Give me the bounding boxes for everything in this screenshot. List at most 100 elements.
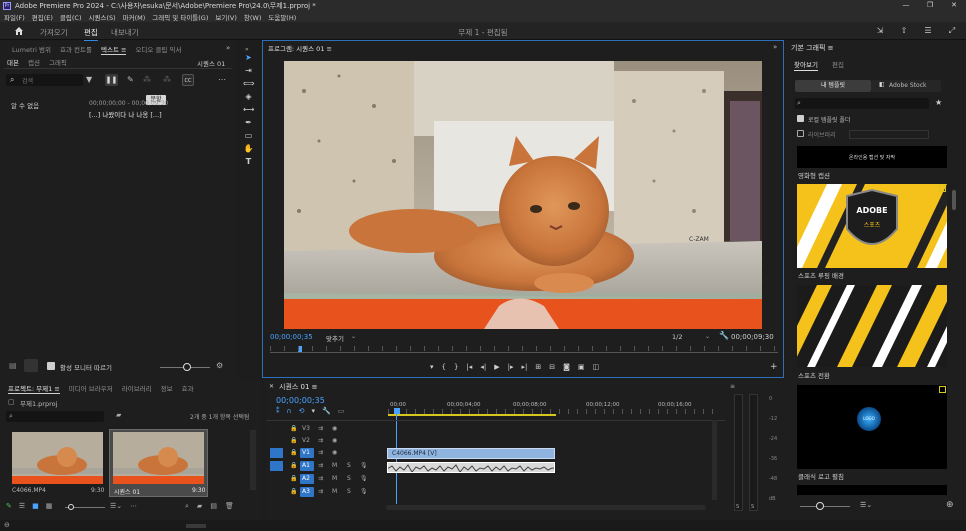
menu-edit[interactable]: 편집(E): [32, 12, 53, 22]
chevron-down-icon[interactable]: ⌄: [351, 333, 356, 340]
comparison-view-icon[interactable]: ▣: [578, 363, 585, 371]
type-tool-icon[interactable]: T: [243, 156, 254, 167]
close-icon[interactable]: ✕: [942, 0, 966, 11]
tab-graphics[interactable]: 그래픽: [49, 57, 67, 67]
solo-right-button[interactable]: S: [751, 504, 754, 510]
sync-lock-icon[interactable]: ⇉: [318, 449, 323, 456]
zoom-slider-handle[interactable]: [183, 363, 191, 371]
mute-icon[interactable]: M: [332, 475, 337, 482]
icon-view-icon[interactable]: ■: [32, 502, 39, 510]
tab-transcript[interactable]: 대본: [7, 57, 19, 67]
thumb-size-slider[interactable]: [800, 506, 850, 507]
sort-icon[interactable]: ☰⌄: [110, 502, 122, 510]
tab-effects[interactable]: 효과: [182, 383, 194, 393]
fullscreen-icon[interactable]: ⤢: [946, 26, 958, 36]
mic-icon[interactable]: 🎙: [360, 475, 368, 482]
chevron-down-icon[interactable]: ⌄: [705, 333, 710, 340]
vr-video-icon[interactable]: ◫: [593, 363, 600, 371]
template-thumb-sports-transition[interactable]: [797, 285, 947, 367]
timeline-scrollbar[interactable]: [712, 420, 717, 500]
new-bin-icon[interactable]: ▰: [116, 411, 121, 419]
timeline-timecode[interactable]: 00;00;00;35: [276, 396, 325, 405]
merge-segment-icon[interactable]: ⁂: [163, 75, 171, 84]
menu-help[interactable]: 도움말(H): [268, 12, 296, 22]
mute-icon[interactable]: M: [332, 462, 337, 469]
tab-audio-clip-mixer[interactable]: 오디오 클립 믹서: [135, 44, 181, 54]
follow-monitor-checkbox[interactable]: [47, 362, 55, 370]
solo-icon[interactable]: S: [347, 488, 351, 495]
tab-captions[interactable]: 캡션: [28, 57, 40, 67]
quick-export-icon[interactable]: ⇲: [874, 26, 886, 36]
share-icon[interactable]: ⇧: [898, 26, 910, 36]
maximize-icon[interactable]: ❐: [918, 0, 942, 11]
libraries-checkbox[interactable]: [797, 130, 804, 137]
sync-lock-icon[interactable]: ⇉: [318, 488, 323, 495]
tab-info[interactable]: 정보: [161, 383, 173, 393]
resolution-dropdown[interactable]: 1/2: [672, 333, 682, 341]
track-select-icon[interactable]: ⇥: [243, 65, 254, 76]
nest-icon[interactable]: ⁑: [276, 407, 280, 415]
export-frame-icon[interactable]: ◙: [563, 363, 570, 371]
status-icon[interactable]: ⊖: [4, 521, 10, 529]
clip-thumbnail[interactable]: [12, 432, 103, 484]
tab-project[interactable]: 프로젝트: 무제1 ≡: [8, 383, 60, 394]
project-zoom-handle[interactable]: [68, 504, 74, 510]
button-editor-icon[interactable]: +: [770, 362, 778, 372]
track-label[interactable]: A2: [302, 475, 310, 482]
track-label[interactable]: V2: [302, 437, 310, 444]
template-thumb-captions[interactable]: 온라인용 캡션 및 자막: [797, 146, 947, 168]
project-search-input[interactable]: [6, 411, 104, 422]
eye-icon[interactable]: ◉: [332, 437, 337, 444]
settings-icon[interactable]: ⚙: [216, 361, 223, 370]
tab-browse[interactable]: 찾아보기: [794, 59, 818, 71]
track-label[interactable]: A1: [302, 462, 310, 469]
template-thumb-classic-logo[interactable]: LOGO: [797, 385, 947, 469]
sync-lock-icon[interactable]: ⇉: [318, 425, 323, 432]
monitor-scrub-bar[interactable]: [270, 352, 778, 353]
sync-lock-icon[interactable]: ⇉: [318, 475, 323, 482]
ripple-edit-icon[interactable]: ⟺: [243, 78, 254, 89]
find-icon[interactable]: ⌕: [185, 502, 189, 511]
mic-icon[interactable]: 🎙: [360, 462, 368, 469]
libraries-dropdown[interactable]: [849, 130, 929, 139]
track-label[interactable]: A3: [302, 488, 310, 495]
v1-source-patch[interactable]: [270, 448, 283, 458]
sort-icon[interactable]: ☰⌄: [860, 501, 872, 509]
speaker-label[interactable]: 알 수 없음: [11, 100, 39, 110]
pencil-icon[interactable]: ✎: [127, 75, 134, 84]
razor-icon[interactable]: ◈: [243, 91, 254, 102]
tab-lumetri-scopes[interactable]: Lumetri 범위: [12, 44, 51, 54]
list-view-icon[interactable]: ☰: [19, 502, 25, 510]
insert-icon[interactable]: ⊞: [535, 363, 541, 371]
close-icon[interactable]: ✕: [269, 383, 274, 390]
layers-icon[interactable]: ▤: [9, 361, 17, 370]
trash-icon[interactable]: 🗑: [225, 502, 234, 511]
go-to-in-icon[interactable]: |◂: [466, 363, 472, 371]
solo-left-button[interactable]: S: [736, 504, 739, 510]
eye-icon[interactable]: ◉: [332, 425, 337, 432]
lock-icon[interactable]: 🔒: [290, 437, 297, 444]
pencil-icon[interactable]: ✎: [6, 502, 12, 510]
workspaces-icon[interactable]: ☰: [922, 26, 934, 36]
freeform-view-icon[interactable]: ▦: [46, 502, 53, 510]
solo-icon[interactable]: S: [347, 475, 351, 482]
play-icon[interactable]: ▶: [494, 363, 499, 371]
menu-window[interactable]: 창(W): [244, 12, 261, 22]
pen-icon[interactable]: ✒: [243, 117, 254, 128]
more-options-icon[interactable]: ⋯: [218, 75, 226, 84]
tab-edit-graphics[interactable]: 편집: [832, 59, 844, 69]
track-label[interactable]: V1: [302, 449, 310, 456]
list-view-button[interactable]: [24, 359, 38, 372]
minimize-icon[interactable]: —: [894, 0, 918, 11]
scrollbar-track[interactable]: [250, 430, 256, 490]
tab-effect-controls[interactable]: 효과 컨트롤: [60, 44, 92, 54]
solo-icon[interactable]: S: [347, 462, 351, 469]
tab-text[interactable]: 텍스트 ≡: [100, 44, 127, 55]
captions-icon[interactable]: CC: [182, 74, 194, 86]
meter-menu-icon[interactable]: ≡: [730, 383, 735, 390]
rectangle-icon[interactable]: ▭: [243, 130, 254, 141]
hand-icon[interactable]: ✋: [243, 143, 254, 154]
automate-icon[interactable]: ⋯: [130, 502, 137, 510]
sync-lock-icon[interactable]: ⇉: [318, 437, 323, 444]
eye-icon[interactable]: ◉: [332, 449, 337, 456]
